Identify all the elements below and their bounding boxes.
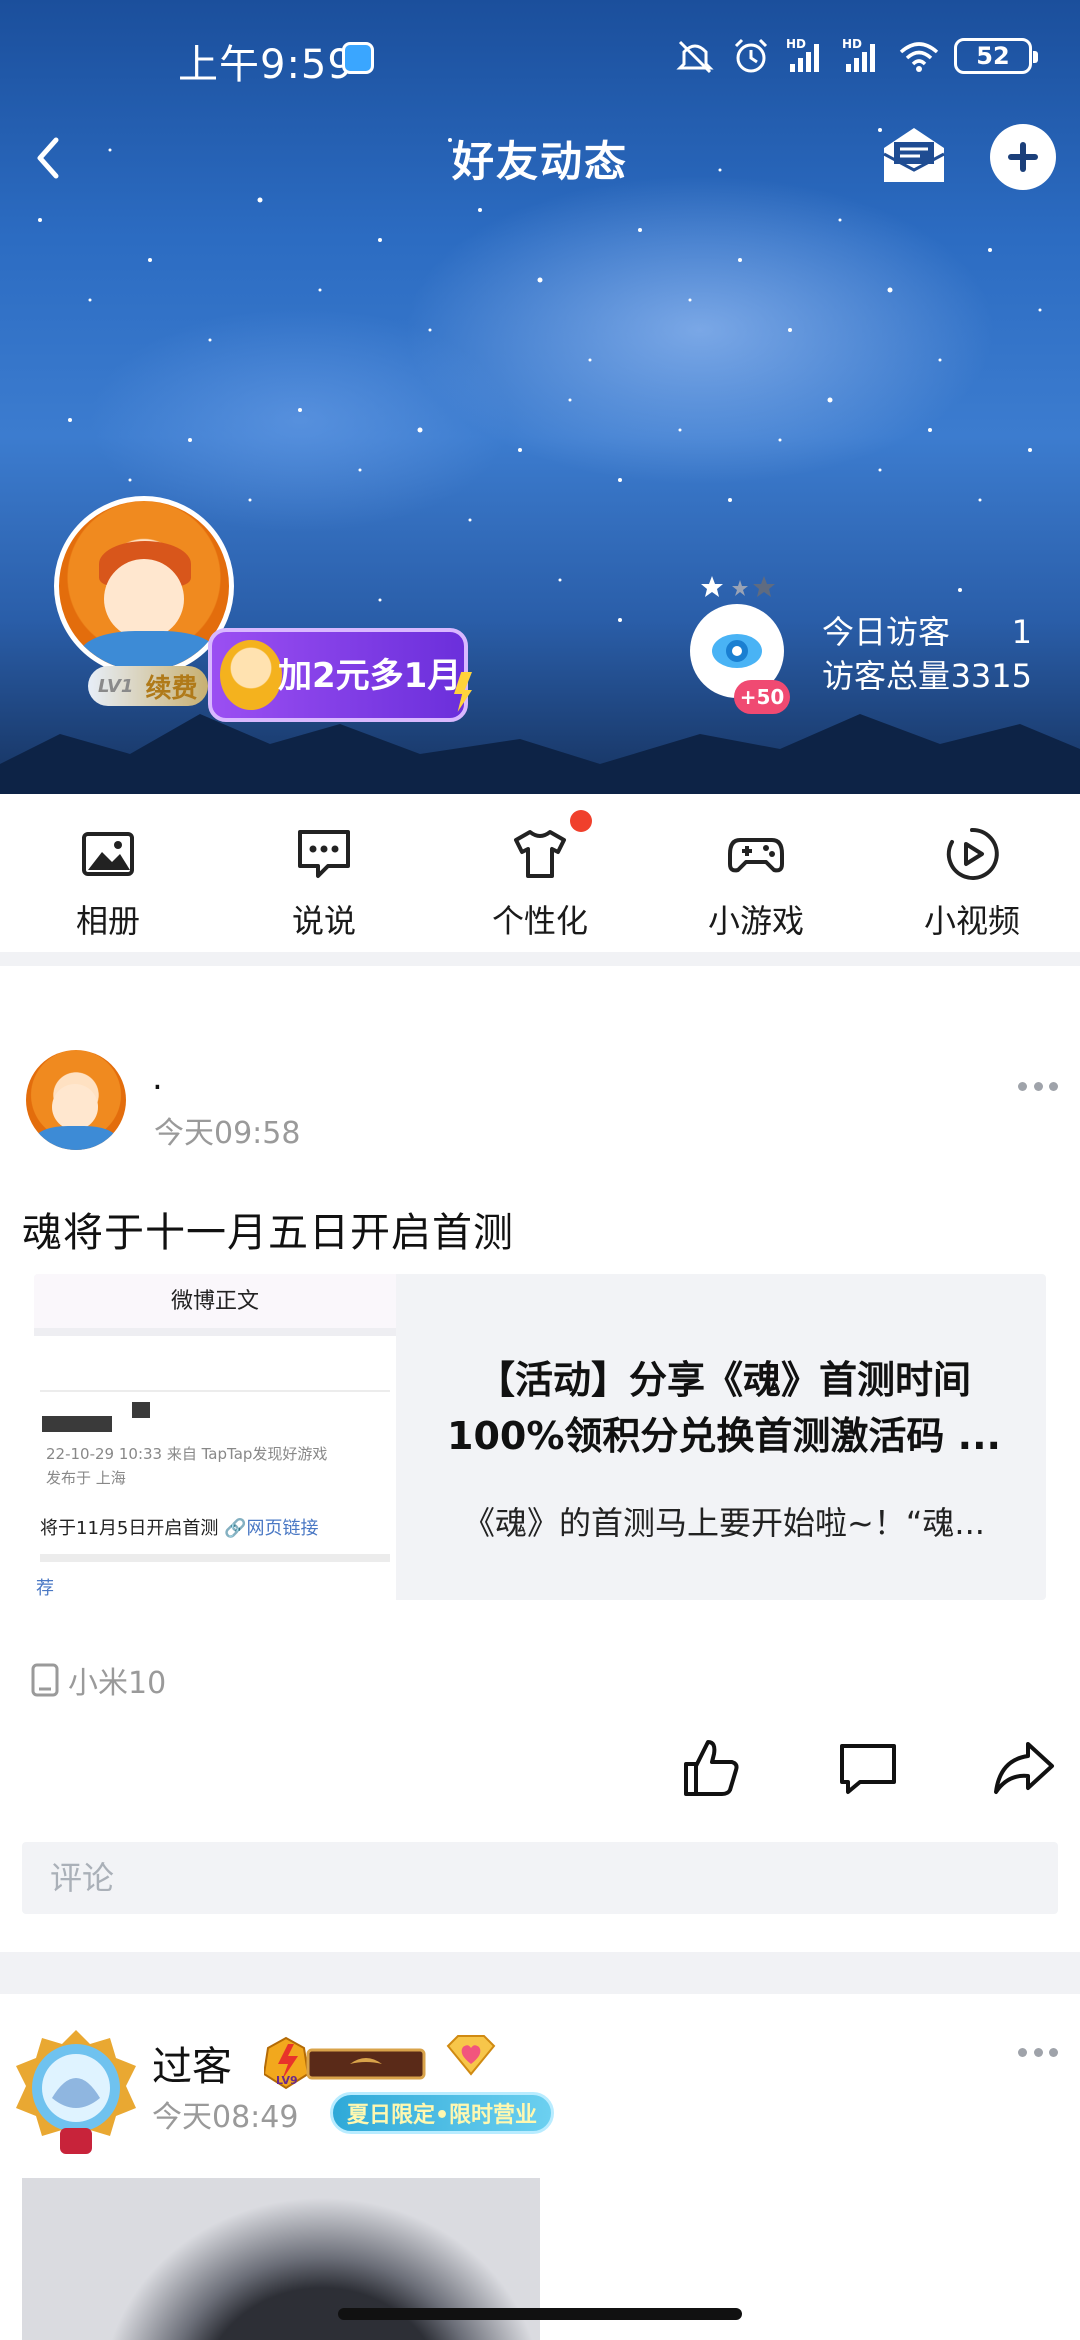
device-label: 小米10 [68, 1666, 167, 1701]
post-time: 今天08:49 [152, 2100, 299, 2135]
play-circle-icon [946, 827, 999, 880]
feed-post: 过客 LV9 今天08:49 夏日限定•限时营业 [0, 1994, 1080, 2340]
author-avatar[interactable] [12, 2028, 140, 2158]
author-name[interactable]: . [152, 1058, 163, 1098]
today-visitors-label: 今日访客 [822, 613, 951, 651]
redacted-mark [132, 1402, 150, 1418]
alarm-icon [734, 38, 768, 73]
visitor-stats[interactable]: 今日访客 1 访客总量 3315 [822, 610, 1032, 698]
chat-bubble-icon [298, 830, 350, 878]
signal-icon: HD [842, 37, 875, 72]
today-visitors-row: 今日访客 1 [822, 610, 1032, 654]
badge-level-label: LV9 [276, 2074, 298, 2087]
photo-album-icon [82, 832, 134, 876]
gamepad-icon [728, 838, 784, 873]
add-icon[interactable] [990, 124, 1056, 190]
profile-avatar[interactable] [54, 496, 234, 676]
shortcut-mini-video[interactable]: 小视频 [864, 794, 1080, 952]
renew-label: 续费 [145, 673, 198, 704]
vip-level-badge[interactable]: LV1 续费 [88, 666, 208, 706]
thumbnail-meta-line: 22-10-29 10:33 来自 TapTap发现好游戏 [46, 1445, 328, 1463]
home-indicator[interactable] [338, 2308, 742, 2320]
summer-limited-badge: 夏日限定•限时营业 [330, 2092, 554, 2134]
link-title-line: 【活动】分享《魂》首测时间 [476, 1358, 971, 1402]
thumbnail-rule [40, 1554, 390, 1562]
shortcut-bar: 相册 说说 个性化 小游戏 小视频 [0, 794, 1080, 952]
link-card-title: 【活动】分享《魂》首测时间 100%领积分兑换首测激活码 ... [424, 1352, 1024, 1464]
comment-input[interactable]: 评论 [22, 1842, 1058, 1914]
section-divider [0, 952, 1080, 966]
avatar-face [104, 559, 184, 639]
stars-decoration-icon [701, 576, 775, 597]
author-name[interactable]: 过客 [152, 2034, 232, 2092]
today-visitors-value: 1 [1011, 613, 1032, 651]
shared-link-card[interactable]: 微博正文 22-10-29 10:33 来自 TapTap发现好游戏 发布于 上… [34, 1274, 1046, 1600]
diamond-heart-icon [446, 2035, 496, 2076]
thumbnail-rule [40, 1390, 390, 1392]
link-title-line: 100%领积分兑换首测激活码 ... [447, 1414, 1001, 1458]
mail-icon[interactable] [880, 124, 948, 186]
shortcut-label: 小游戏 [707, 902, 804, 940]
vip-level-badge-icon: LV9 [264, 2036, 426, 2090]
total-visitors-label: 访客总量 [822, 657, 951, 695]
avatar-face [52, 1084, 98, 1130]
thumbnail-text: 将于11月5日开启首测 🔗网页链接 [40, 1514, 319, 1540]
phone-icon [31, 1663, 59, 1697]
vip-promo-banner[interactable]: 加2元多1月 [208, 628, 472, 722]
like-icon[interactable] [678, 1736, 742, 1800]
thumbnail-web-link: 🔗网页链接 [224, 1518, 319, 1539]
wifi-icon [899, 42, 939, 72]
more-options-icon[interactable] [1018, 2048, 1058, 2060]
level-label: LV1 [98, 675, 134, 697]
device-tag: 小米10 [30, 1658, 166, 1702]
thumbnail-recommend: 荐 [36, 1578, 54, 1599]
profile-cover[interactable]: 上午9:59 HD HD 52 好友动态 LV1 续费 加2元多1月 +50 今… [0, 0, 1080, 794]
signal-icon: HD [786, 37, 819, 72]
notification-app-icon [342, 42, 374, 74]
battery-icon: 52 [954, 38, 1038, 74]
status-bar: 上午9:59 HD HD 52 [0, 30, 1080, 90]
shortcut-label: 相册 [75, 902, 140, 940]
avatar-shirt [36, 1126, 116, 1150]
mute-vibrate-icon [676, 40, 714, 74]
eye-pupil [726, 640, 748, 662]
link-card-description: 《魂》的首测马上要开始啦~！“魂... [463, 1504, 985, 1542]
promo-text: 加2元多1月 [278, 656, 462, 696]
shortcut-label: 说说 [291, 902, 356, 940]
hd-label: HD [786, 37, 806, 51]
post-time: 今天09:58 [154, 1116, 301, 1151]
shortcut-moments[interactable]: 说说 [216, 794, 432, 952]
author-avatar[interactable] [26, 1050, 126, 1150]
total-visitors-value: 3315 [950, 657, 1032, 695]
comment-icon[interactable] [836, 1736, 900, 1800]
thumbnail-header: 微博正文 [34, 1274, 396, 1336]
shortcut-label: 个性化 [491, 902, 588, 940]
total-visitors-row: 访客总量 3315 [822, 654, 1032, 698]
visitor-bonus-badge: +50 [734, 680, 790, 714]
redacted-name [42, 1416, 112, 1432]
thumbnail-meta-line: 发布于 上海 [46, 1469, 126, 1487]
promo-mascot-icon [220, 640, 282, 710]
section-divider [0, 1952, 1080, 1994]
thumbnail-meta: 22-10-29 10:33 来自 TapTap发现好游戏 发布于 上海 [46, 1442, 327, 1490]
shortcut-album[interactable]: 相册 [0, 794, 216, 952]
tshirt-icon [514, 830, 566, 878]
thumbnail-text-body: 将于11月5日开启首测 [40, 1518, 219, 1539]
feed-post: . 今天09:58 魂将于十一月五日开启首测 微博正文 22-10-29 10:… [0, 966, 1080, 1952]
shortcut-label: 小视频 [923, 902, 1020, 940]
status-time: 上午9:59 [178, 42, 354, 88]
shortcut-personalize[interactable]: 个性化 [432, 794, 648, 952]
more-options-icon[interactable] [1018, 1082, 1058, 1094]
shortcut-mini-games[interactable]: 小游戏 [648, 794, 864, 952]
share-icon[interactable] [992, 1736, 1056, 1800]
link-thumbnail: 微博正文 22-10-29 10:33 来自 TapTap发现好游戏 发布于 上… [34, 1274, 396, 1600]
post-text: 魂将于十一月五日开启首测 [22, 1210, 514, 1256]
status-icons: HD HD 52 [674, 36, 1038, 76]
notification-dot [570, 810, 592, 832]
hd-label: HD [842, 37, 862, 51]
